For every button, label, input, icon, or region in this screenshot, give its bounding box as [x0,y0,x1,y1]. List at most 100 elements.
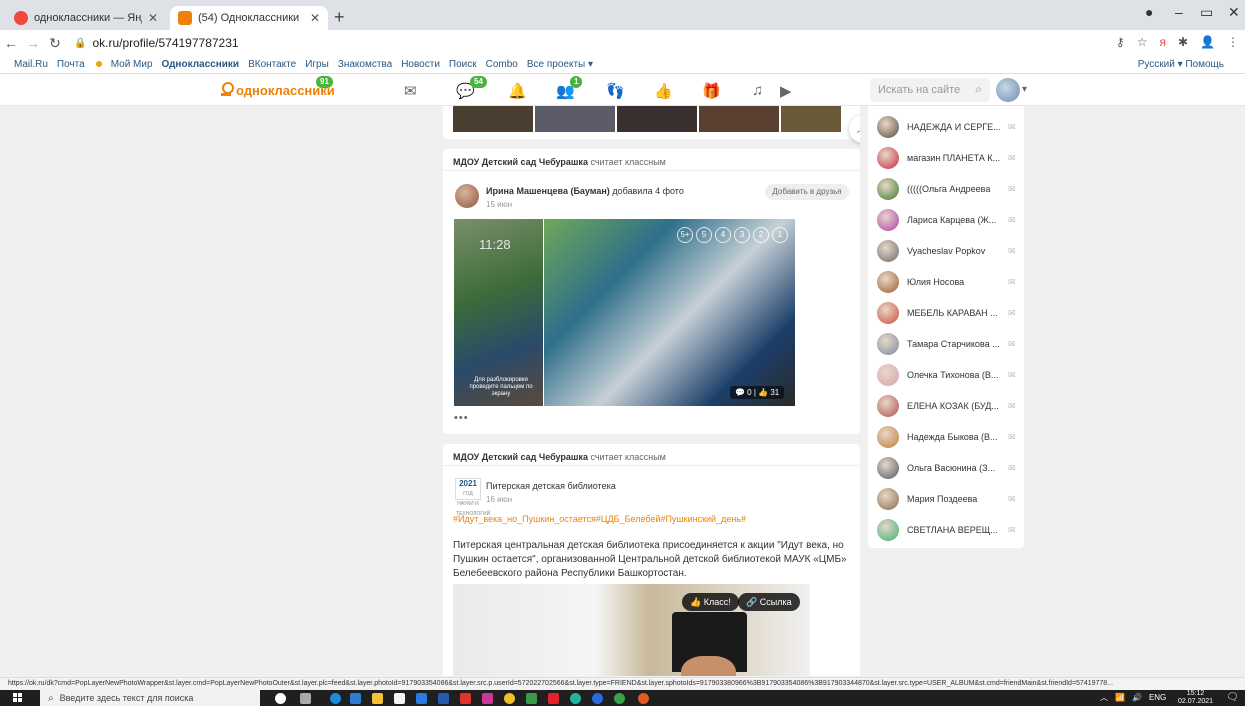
message-icon[interactable]: ✉ [1008,215,1016,226]
video-icon[interactable]: ▶ [780,82,792,100]
friend-name[interactable]: Ольга Васюнина (З... [907,463,1002,473]
game-icon[interactable] [504,693,515,704]
post-photo-1[interactable]: 11:28 Для разблокировки проведите пальце… [454,219,543,406]
notifications-bell-icon[interactable]: 🔔 [508,82,527,100]
volume-icon[interactable]: 🔊 [1132,693,1142,702]
rating-circle[interactable]: 3 [734,227,750,243]
netflix-icon[interactable] [460,693,471,704]
new-tab-button[interactable]: + [334,7,345,28]
message-icon[interactable]: ✉ [1008,370,1016,381]
menu-icon[interactable]: ⋮ [1227,35,1239,49]
friend-avatar[interactable] [877,488,899,510]
friend-item[interactable]: МЕБЕЛЬ КАРАВАН ... ✉ [868,298,1024,328]
app-b-icon[interactable] [438,693,449,704]
account-icon[interactable]: 👤 [1200,35,1215,49]
author-name-link[interactable]: Питерская детская библиотека [486,481,616,491]
star-icon[interactable]: ☆ [1137,35,1148,49]
app-green-icon[interactable] [570,693,581,704]
friend-item[interactable]: Мария Поздеева ✉ [868,484,1024,514]
group-link[interactable]: МДОУ Детский сад Чебурашка [453,452,588,462]
taskbar-search-input[interactable]: ⌕ Введите здесь текст для поиска [40,690,260,706]
more-options-icon[interactable]: ••• [454,412,469,424]
minimize-button[interactable]: – [1175,4,1183,20]
messages-icon[interactable]: ✉ [404,82,417,100]
rating-circle[interactable]: 4 [715,227,731,243]
friend-name[interactable]: НАДЕЖДА И СЕРГЕ... [907,122,1002,132]
app-blue-icon[interactable] [592,693,603,704]
friend-avatar[interactable] [877,147,899,169]
edge-icon[interactable] [330,693,341,704]
friend-item[interactable]: Тамара Старчикова ... ✉ [868,329,1024,359]
author-name-link[interactable]: Ирина Машенцева (Бауман) [486,186,610,196]
friend-avatar[interactable] [877,302,899,324]
friend-item[interactable]: ЕЛЕНА КОЗАК (БУД... ✉ [868,391,1024,421]
maximize-button[interactable]: ▭ [1200,4,1213,21]
link-button[interactable]: 🔗 Ссылка [738,593,800,611]
bookmark-novosti[interactable]: Новости [401,59,440,70]
hashtags[interactable]: #Идут_века_но_Пушкин_остается#ЦДБ_Белебе… [453,514,746,524]
friend-name[interactable]: (((((Ольга Андреева [907,184,1002,194]
library-logo[interactable]: 2021 ГОД НАУКИ И ТЕХНОЛОГИЙ [455,478,490,517]
friend-item[interactable]: (((((Ольга Андреева ✉ [868,174,1024,204]
profile-icon[interactable]: ● [1145,4,1153,20]
bookmark-mailru[interactable]: Mail.Ru [14,59,48,70]
message-icon[interactable]: ✉ [1008,463,1016,474]
likes-icon[interactable]: 👍 [654,82,673,100]
friend-item[interactable]: Vyacheslav Popkov ✉ [868,236,1024,266]
language-indicator[interactable]: ENG [1149,693,1166,702]
task-view-icon[interactable] [300,693,311,704]
friend-item[interactable]: Лариса Карцева (Ж... ✉ [868,205,1024,235]
post-photo[interactable]: 👍 Класс! 🔗 Ссылка [453,584,810,676]
mail-icon[interactable] [416,693,427,704]
friend-item[interactable]: магазин ПЛАНЕТА К... ✉ [868,143,1024,173]
ebay-icon[interactable] [482,693,493,704]
bookmark-igry[interactable]: Игры [305,59,329,70]
friend-avatar[interactable] [877,395,899,417]
add-friend-button[interactable]: Добавить в друзья [765,184,849,200]
friend-item[interactable]: НАДЕЖДА И СЕРГЕ... ✉ [868,112,1024,142]
chevron-down-icon[interactable]: ▾ [1022,84,1027,95]
post-photo-2[interactable]: 5+ 5 4 3 2 1 💬 0 | 👍 31 [544,219,795,406]
friend-avatar[interactable] [877,457,899,479]
photo-thumbnail[interactable] [535,106,615,132]
message-icon[interactable]: ✉ [1008,494,1016,505]
photo-thumbnail[interactable] [781,106,841,132]
office-icon[interactable] [548,693,559,704]
message-icon[interactable]: ✉ [1008,246,1016,257]
group-link[interactable]: МДОУ Детский сад Чебурашка [453,157,588,167]
friend-avatar[interactable] [877,116,899,138]
bookmark-combo[interactable]: Combo [486,59,518,70]
friend-name[interactable]: МЕБЕЛЬ КАРАВАН ... [907,308,1002,318]
friend-name[interactable]: Мария Поздеева [907,494,1002,504]
bookmark-all-projects[interactable]: Все проекты ▾ [527,59,593,70]
friend-item[interactable]: Ольга Васюнина (З... ✉ [868,453,1024,483]
friend-name[interactable]: магазин ПЛАНЕТА К... [907,153,1002,163]
bookmark-odnoklassniki[interactable]: Одноклассники [162,59,240,70]
network-icon[interactable]: 📶 [1115,693,1125,702]
message-icon[interactable]: ✉ [1008,277,1016,288]
forward-arrow-icon[interactable]: → [22,35,44,51]
tab-odnoklassniki[interactable]: (54) Одноклассники ✕ [170,6,328,30]
message-icon[interactable]: ✉ [1008,401,1016,412]
app-circle-icon[interactable] [614,693,625,704]
rating-circle[interactable]: 2 [753,227,769,243]
rating-circle[interactable]: 5+ [677,227,693,243]
yandex-browser-icon[interactable] [638,693,649,704]
friend-item[interactable]: Олечка Тихонова (В... ✉ [868,360,1024,390]
rating-circle[interactable]: 5 [696,227,712,243]
message-icon[interactable]: ✉ [1008,122,1016,133]
friend-name[interactable]: Надежда Быкова (В... [907,432,1002,442]
tray-chevron-icon[interactable]: ︿ [1100,692,1108,703]
close-icon[interactable]: ✕ [148,11,158,25]
message-icon[interactable]: ✉ [1008,339,1016,350]
photo-thumbnail[interactable] [699,106,779,132]
friend-name[interactable]: Тамара Старчикова ... [907,339,1002,349]
message-icon[interactable]: ✉ [1008,432,1016,443]
close-icon[interactable]: ✕ [310,11,320,25]
message-icon[interactable]: ✉ [1008,308,1016,319]
bookmark-pochta[interactable]: Почта [57,59,102,70]
back-arrow-icon[interactable]: ← [0,35,22,51]
game-2-icon[interactable] [526,693,537,704]
url-field[interactable]: 🔒 ok.ru/profile/574197787231 [74,36,239,50]
friend-name[interactable]: Лариса Карцева (Ж... [907,215,1002,225]
